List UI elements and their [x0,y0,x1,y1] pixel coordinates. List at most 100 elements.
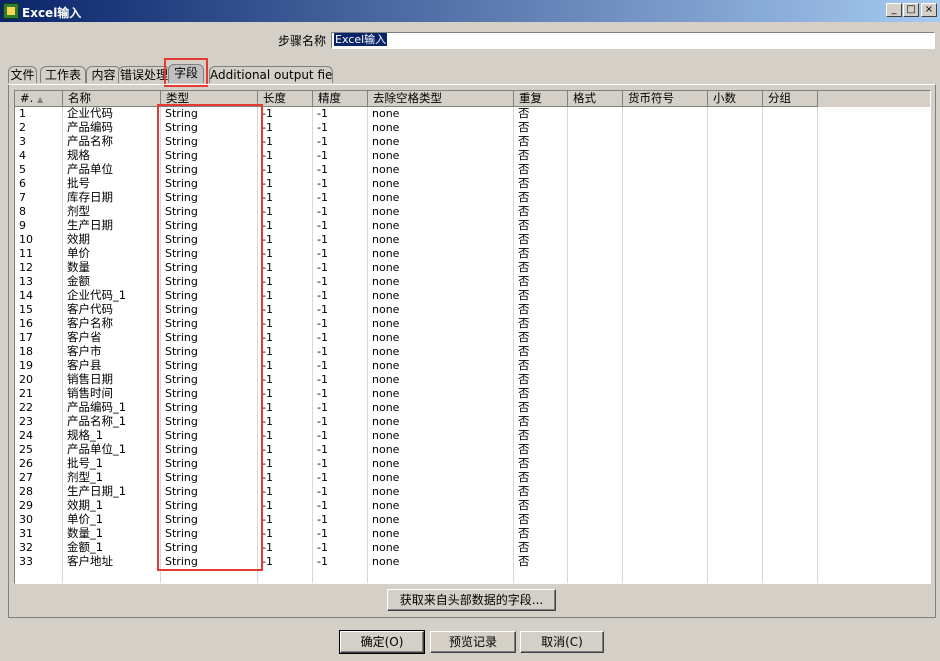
cell-index[interactable]: 29 [15,499,63,513]
cell-name[interactable]: 销售时间 [63,387,161,401]
cell-repeat[interactable]: 否 [514,275,568,289]
tab-file[interactable]: 文件 [8,66,37,83]
cell-precision[interactable]: -1 [313,149,368,163]
cell-length[interactable]: -1 [258,331,313,345]
cell-repeat[interactable]: 否 [514,233,568,247]
cell-repeat[interactable]: 否 [514,443,568,457]
cell-index[interactable]: 11 [15,247,63,261]
cell-trim-type[interactable]: none [368,345,514,359]
cell-trim-type[interactable]: none [368,135,514,149]
cell-length[interactable]: -1 [258,387,313,401]
cell-precision[interactable]: -1 [313,457,368,471]
cell-index[interactable]: 1 [15,107,63,121]
cell-trim-type[interactable]: none [368,205,514,219]
cancel-button[interactable]: 取消(C) [520,631,604,653]
cell-index[interactable]: 5 [15,163,63,177]
cell-trim-type[interactable]: none [368,401,514,415]
cell-trim-type[interactable]: none [368,541,514,555]
col-header-repeat[interactable]: 重复 [514,91,568,107]
cell-precision[interactable]: -1 [313,191,368,205]
table-row[interactable]: 10 效期 String -1 -1 none 否 [15,233,930,247]
cell-type[interactable]: String [161,289,258,303]
cell-name[interactable]: 客户县 [63,359,161,373]
cell-trim-type[interactable]: none [368,177,514,191]
col-header-trim-type[interactable]: 去除空格类型 [368,91,514,107]
cell-length[interactable]: -1 [258,443,313,457]
cell-type[interactable]: String [161,191,258,205]
cell-index[interactable]: 10 [15,233,63,247]
cell-precision[interactable]: -1 [313,205,368,219]
cell-trim-type[interactable]: none [368,359,514,373]
table-row[interactable]: 14 企业代码_1 String -1 -1 none 否 [15,289,930,303]
cell-length[interactable]: -1 [258,513,313,527]
cell-index[interactable]: 4 [15,149,63,163]
cell-index[interactable]: 12 [15,261,63,275]
cell-repeat[interactable]: 否 [514,135,568,149]
cell-precision[interactable]: -1 [313,499,368,513]
cell-type[interactable]: String [161,177,258,191]
cell-repeat[interactable]: 否 [514,191,568,205]
table-row[interactable]: 15 客户代码 String -1 -1 none 否 [15,303,930,317]
cell-length[interactable]: -1 [258,541,313,555]
cell-precision[interactable]: -1 [313,359,368,373]
cell-repeat[interactable]: 否 [514,513,568,527]
cell-length[interactable]: -1 [258,135,313,149]
cell-trim-type[interactable]: none [368,457,514,471]
cell-name[interactable]: 企业代码 [63,107,161,121]
cell-type[interactable]: String [161,485,258,499]
cell-type[interactable]: String [161,107,258,121]
table-row[interactable]: 9 生产日期 String -1 -1 none 否 [15,219,930,233]
tab-fields[interactable]: 字段 [168,64,204,83]
cell-type[interactable]: String [161,359,258,373]
cell-precision[interactable]: -1 [313,233,368,247]
cell-repeat[interactable]: 否 [514,121,568,135]
cell-index[interactable]: 7 [15,191,63,205]
cell-length[interactable]: -1 [258,205,313,219]
cell-index[interactable]: 33 [15,555,63,569]
cell-trim-type[interactable]: none [368,415,514,429]
tab-worksheet[interactable]: 工作表 [40,66,86,83]
table-row[interactable]: 4 规格 String -1 -1 none 否 [15,149,930,163]
maximize-button[interactable]: □ [903,3,919,17]
cell-name[interactable]: 单价 [63,247,161,261]
cell-precision[interactable]: -1 [313,429,368,443]
cell-length[interactable]: -1 [258,345,313,359]
cell-name[interactable]: 规格_1 [63,429,161,443]
cell-name[interactable]: 效期 [63,233,161,247]
col-header-length[interactable]: 长度 [258,91,313,107]
cell-length[interactable]: -1 [258,261,313,275]
table-row[interactable]: 11 单价 String -1 -1 none 否 [15,247,930,261]
table-row[interactable]: 22 产品编码_1 String -1 -1 none 否 [15,401,930,415]
cell-length[interactable]: -1 [258,555,313,569]
cell-trim-type[interactable]: none [368,303,514,317]
table-row[interactable]: 25 产品单位_1 String -1 -1 none 否 [15,443,930,457]
cell-trim-type[interactable]: none [368,163,514,177]
table-row[interactable]: 17 客户省 String -1 -1 none 否 [15,331,930,345]
cell-type[interactable]: String [161,331,258,345]
cell-repeat[interactable]: 否 [514,457,568,471]
cell-trim-type[interactable]: none [368,331,514,345]
cell-type[interactable]: String [161,233,258,247]
col-header-name[interactable]: 名称 [63,91,161,107]
cell-precision[interactable]: -1 [313,219,368,233]
tab-additional-output-fields[interactable]: Additional output fields [209,66,333,83]
cell-trim-type[interactable]: none [368,289,514,303]
cell-precision[interactable]: -1 [313,135,368,149]
col-header-currency[interactable]: 货币符号 [623,91,708,107]
col-header-format[interactable]: 格式 [568,91,623,107]
cell-index[interactable]: 17 [15,331,63,345]
table-row[interactable]: 8 剂型 String -1 -1 none 否 [15,205,930,219]
cell-name[interactable]: 数量_1 [63,527,161,541]
table-row[interactable]: 6 批号 String -1 -1 none 否 [15,177,930,191]
cell-repeat[interactable]: 否 [514,331,568,345]
cell-type[interactable]: String [161,415,258,429]
col-header-index[interactable]: #. ▲ [15,91,63,107]
cell-index[interactable]: 2 [15,121,63,135]
cell-length[interactable]: -1 [258,303,313,317]
cell-precision[interactable]: -1 [313,275,368,289]
cell-repeat[interactable]: 否 [514,345,568,359]
cell-length[interactable]: -1 [258,415,313,429]
tab-content[interactable]: 内容 [86,66,121,83]
cell-name[interactable]: 销售日期 [63,373,161,387]
cell-type[interactable]: String [161,317,258,331]
